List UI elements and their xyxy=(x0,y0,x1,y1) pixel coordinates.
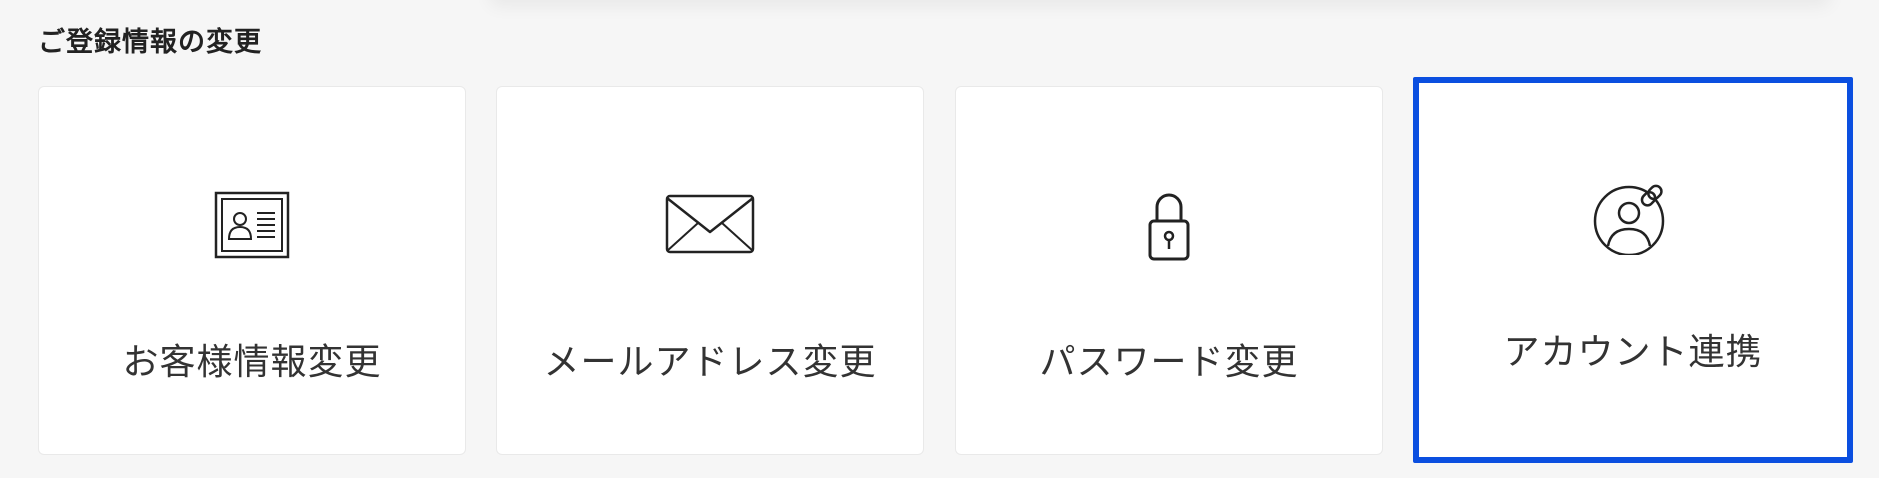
customer-info-change-label: お客様情報変更 xyxy=(122,342,382,383)
registration-options: お客様情報変更 メールアドレス変更 パスワード変更 アカウント連携 xyxy=(38,77,1853,463)
section-title: ご登録情報の変更 xyxy=(38,27,262,58)
envelope-icon xyxy=(665,194,755,254)
padlock-icon xyxy=(1148,193,1190,261)
email-change-label: メールアドレス変更 xyxy=(543,342,877,383)
account-link-label: アカウント連携 xyxy=(1503,332,1763,373)
customer-info-change-card[interactable]: お客様情報変更 xyxy=(38,86,466,455)
password-change-card[interactable]: パスワード変更 xyxy=(955,86,1383,455)
account-link-card[interactable]: アカウント連携 xyxy=(1413,77,1853,463)
password-change-label: パスワード変更 xyxy=(1039,342,1299,383)
email-change-card[interactable]: メールアドレス変更 xyxy=(496,86,924,455)
id-card-icon xyxy=(214,191,290,259)
user-link-icon xyxy=(1593,184,1665,255)
